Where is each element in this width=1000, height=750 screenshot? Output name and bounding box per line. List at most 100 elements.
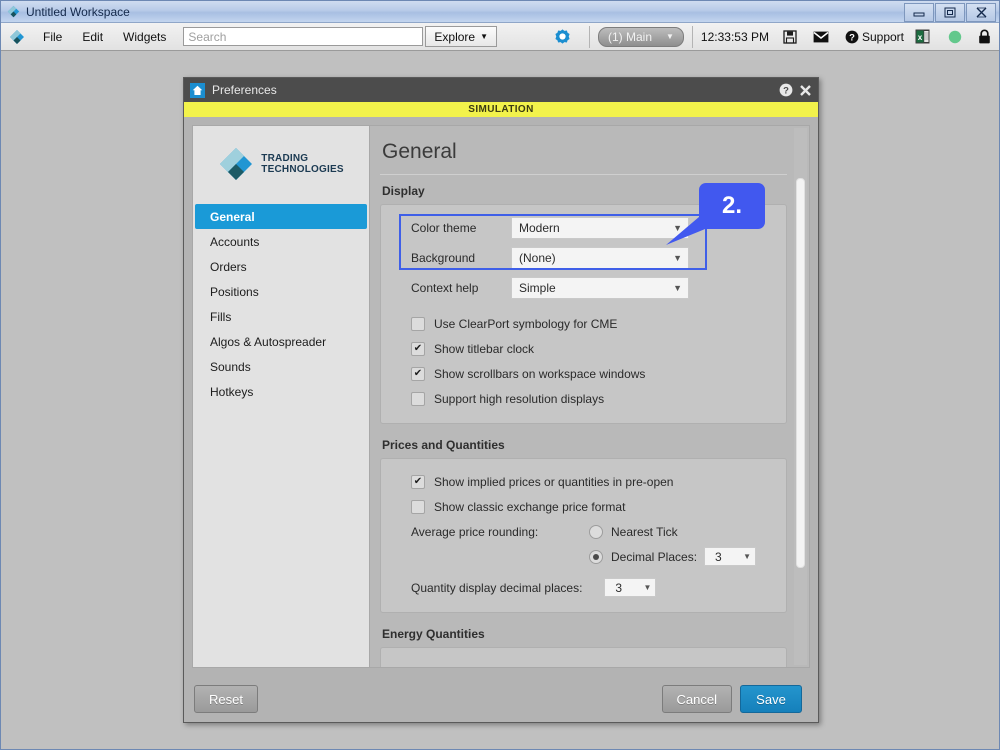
radio-decimal-places-label: Decimal Places: [611, 549, 698, 564]
checkbox-label: Show implied prices or quantities in pre… [434, 474, 674, 489]
sidebar-item-label: Orders [210, 259, 247, 274]
gear-icon[interactable] [554, 28, 571, 45]
sidebar-item-hotkeys[interactable]: Hotkeys [195, 379, 367, 404]
select-value: Simple [519, 281, 556, 295]
section-label-energy: Energy Quantities [382, 627, 485, 641]
sidebar-item-label: Sounds [210, 359, 251, 374]
preferences-home-icon [190, 82, 205, 98]
quantity-decimal-places-select[interactable]: 3 ▼ [604, 578, 657, 597]
chevron-down-icon: ▼ [673, 283, 682, 293]
sidebar-item-general[interactable]: General [195, 204, 367, 229]
svg-text:x: x [918, 33, 923, 42]
tt-logo: TRADING TECHNOLOGIES [193, 132, 369, 204]
sidebar-item-label: Fills [210, 309, 232, 324]
excel-icon[interactable]: x [915, 29, 930, 44]
tt-logo-line1: TRADING [261, 153, 309, 164]
minimize-icon[interactable] [904, 3, 934, 22]
search-input[interactable] [183, 27, 424, 46]
sidebar-item-algos-autospreader[interactable]: Algos & Autospreader [195, 329, 367, 354]
status-green-icon[interactable] [948, 30, 962, 44]
sidebar-item-label: Accounts [210, 234, 260, 249]
workspace-selector-label: (1) Main [607, 29, 652, 44]
checkbox-icon [411, 391, 425, 406]
titlebar-clock: 12:33:53 PM [700, 29, 769, 44]
display-panel: Color theme Modern ▼ Background (None) ▼ [380, 204, 787, 424]
preferences-sidebar: TRADING TECHNOLOGIES General Accounts Or… [192, 125, 370, 668]
tt-diamond-icon [218, 146, 254, 182]
close-x-icon[interactable] [799, 84, 812, 97]
quantity-decimal-places-label: Quantity display decimal places: [411, 580, 583, 595]
simulation-banner: SIMULATION [184, 102, 818, 117]
callout-badge-2: 2. [699, 183, 765, 229]
maximize-icon[interactable] [935, 3, 965, 22]
save-icon[interactable] [783, 29, 797, 44]
radio-decimal-places[interactable] [589, 549, 603, 564]
quantity-decimal-places-row: Quantity display decimal places: 3 ▼ [393, 575, 774, 600]
toolbar-divider [691, 25, 693, 48]
checkbox-show-titlebar-clock[interactable]: ✔ Show titlebar clock [393, 336, 774, 361]
save-button[interactable]: Save [740, 685, 802, 713]
sidebar-item-label: General [210, 209, 255, 224]
select-value: (None) [519, 251, 556, 265]
os-window-title: Untitled Workspace [26, 4, 130, 19]
os-window: Untitled Workspace File Edit Widgets Sea… [0, 0, 1000, 750]
preferences-body: TRADING TECHNOLOGIES General Accounts Or… [184, 117, 818, 676]
menu-edit[interactable]: Edit [73, 27, 112, 47]
lock-icon[interactable] [978, 29, 991, 44]
scrollbar-thumb[interactable] [796, 178, 805, 568]
checkbox-label: Show scrollbars on workspace windows [434, 366, 646, 381]
context-help-select[interactable]: Simple ▼ [511, 277, 689, 299]
close-icon[interactable] [966, 3, 996, 22]
decimal-places-select[interactable]: 3 ▼ [704, 547, 757, 566]
select-value: 3 [615, 580, 623, 595]
toolbar-divider [588, 25, 590, 48]
sidebar-item-fills[interactable]: Fills [195, 304, 367, 329]
sidebar-item-accounts[interactable]: Accounts [195, 229, 367, 254]
window-controls [904, 3, 996, 22]
checkbox-icon: ✔ [411, 366, 425, 381]
reset-button[interactable]: Reset [194, 685, 258, 713]
sidebar-item-orders[interactable]: Orders [195, 254, 367, 279]
page-title: General [382, 140, 457, 163]
average-price-rounding-label: Average price rounding: [411, 524, 539, 539]
chevron-down-icon: ▼ [743, 552, 752, 561]
background-select[interactable]: (None) ▼ [511, 247, 689, 269]
section-divider [380, 174, 787, 175]
field-context-help: Context help Simple ▼ [393, 275, 774, 301]
menu-file[interactable]: File [34, 27, 71, 47]
sidebar-item-label: Hotkeys [210, 384, 254, 399]
content-scrollbar[interactable] [794, 128, 807, 665]
field-label: Context help [411, 281, 479, 295]
select-value: 3 [715, 549, 722, 564]
checkbox-clearport-symbology[interactable]: Use ClearPort symbology for CME [393, 311, 774, 336]
explore-button[interactable]: Explore ▼ [425, 26, 497, 47]
tt-diamond-icon[interactable] [9, 29, 25, 45]
help-icon[interactable]: ? [845, 30, 859, 44]
checkbox-label: Show titlebar clock [434, 341, 535, 356]
chevron-down-icon: ▼ [643, 583, 652, 592]
average-price-rounding-row: Average price rounding: Nearest Tick [393, 519, 774, 544]
decimal-places-row: Decimal Places: 3 ▼ [393, 544, 774, 569]
sidebar-item-sounds[interactable]: Sounds [195, 354, 367, 379]
mail-icon[interactable] [813, 31, 829, 43]
radio-nearest-tick[interactable] [589, 524, 603, 539]
select-value: Modern [519, 221, 560, 235]
checkbox-show-scrollbars[interactable]: ✔ Show scrollbars on workspace windows [393, 361, 774, 386]
checkbox-label: Use ClearPort symbology for CME [434, 316, 618, 331]
menu-widgets[interactable]: Widgets [114, 27, 175, 47]
checkbox-classic-exchange-format[interactable]: Show classic exchange price format [393, 494, 774, 519]
callout-number: 2. [721, 192, 742, 219]
sidebar-item-positions[interactable]: Positions [195, 279, 367, 304]
workspace-selector[interactable]: (1) Main ▼ [597, 26, 684, 47]
tt-logo-line2: TECHNOLOGIES [261, 164, 344, 175]
checkbox-label: Show classic exchange price format [434, 499, 626, 514]
cancel-button[interactable]: Cancel [661, 685, 732, 713]
prices-panel: ✔ Show implied prices or quantities in p… [380, 458, 787, 613]
checkbox-show-implied-prices[interactable]: ✔ Show implied prices or quantities in p… [393, 469, 774, 494]
field-background: Background (None) ▼ [393, 245, 774, 271]
help-circle-icon[interactable]: ? [779, 83, 793, 97]
checkbox-high-resolution[interactable]: Support high resolution displays [393, 386, 774, 411]
support-label[interactable]: Support [862, 30, 904, 44]
preferences-footer: Reset Cancel Save [184, 676, 818, 722]
color-theme-select[interactable]: Modern ▼ [511, 217, 689, 239]
